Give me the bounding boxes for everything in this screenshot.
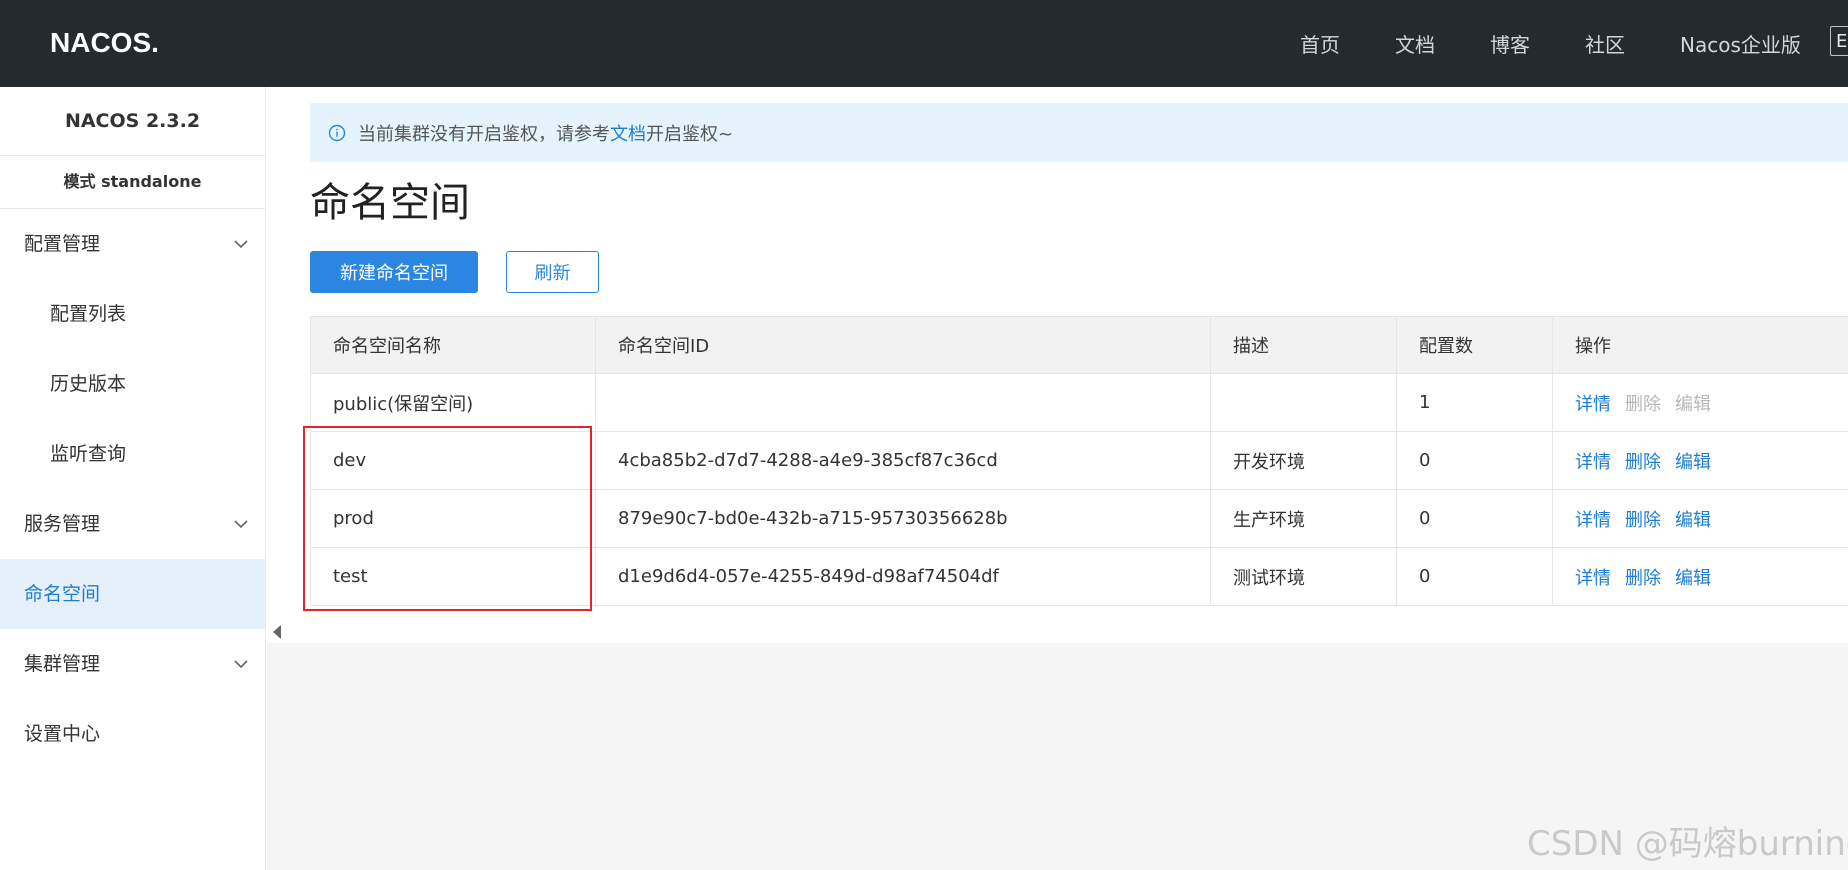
table-row: prod 879e90c7-bd0e-432b-a715-95730356628b… <box>310 489 1848 548</box>
nav-item-0[interactable]: 首页 <box>1300 29 1340 58</box>
cell-name: public(保留空间) <box>310 373 596 432</box>
sidebar-item-label: 监听查询 <box>50 443 127 465</box>
cell-name: test <box>310 547 596 606</box>
cell-count: 0 <box>1396 547 1553 606</box>
delete-link[interactable]: 删除 <box>1625 452 1661 473</box>
cell-desc: 生产环境 <box>1210 489 1397 548</box>
nav-item-1[interactable]: 文档 <box>1395 29 1435 58</box>
delete-link[interactable]: 删除 <box>1625 510 1661 531</box>
cell-id: 879e90c7-bd0e-432b-a715-95730356628b <box>595 489 1211 548</box>
cell-id <box>595 373 1211 432</box>
cell-id: 4cba85b2-d7d7-4288-a4e9-385cf87c36cd <box>595 431 1211 490</box>
sidebar-item-0[interactable]: 配置管理 <box>0 209 265 279</box>
sidebar-item-label: 集群管理 <box>24 653 101 675</box>
sidebar-item-label: 配置列表 <box>50 303 127 325</box>
namespace-table: 命名空间名称 命名空间ID 描述 配置数 操作 public(保留空间) 1 详情 删除 编辑 d… <box>310 316 1848 606</box>
cell-actions: 详情 删除 编辑 <box>1552 373 1848 432</box>
sidebar-item-6[interactable]: 集群管理 <box>0 629 265 699</box>
detail-link[interactable]: 详情 <box>1575 452 1611 473</box>
create-namespace-button[interactable]: 新建命名空间 <box>310 251 478 293</box>
top-navbar: NACOS. 首页 文档 博客 社区 Nacos企业版 E <box>0 0 1848 87</box>
sidebar-item-4[interactable]: 服务管理 <box>0 489 265 559</box>
sidebar-item-7[interactable]: 设置中心 <box>0 699 265 769</box>
sidebar-version: NACOS 2.3.2 <box>0 87 265 156</box>
nacos-logo[interactable]: NACOS. <box>50 24 180 58</box>
sidebar-item-label: 服务管理 <box>24 513 101 535</box>
delete-link: 删除 <box>1625 393 1661 415</box>
detail-link[interactable]: 详情 <box>1575 394 1611 415</box>
delete-link[interactable]: 删除 <box>1625 568 1661 589</box>
table-row: test d1e9d6d4-057e-4255-849d-d98af74504df… <box>310 547 1848 606</box>
cell-desc <box>1210 373 1397 432</box>
detail-link[interactable]: 详情 <box>1575 510 1611 531</box>
cell-count: 0 <box>1396 489 1553 548</box>
auth-notice: 当前集群没有开启鉴权，请参考 文档 开启鉴权~ <box>310 103 1848 162</box>
sidebar-item-5[interactable]: 命名空间 <box>0 559 265 629</box>
refresh-button[interactable]: 刷新 <box>506 251 599 293</box>
notice-doc-link[interactable]: 文档 <box>610 120 646 146</box>
cell-name: dev <box>310 431 596 490</box>
cell-actions: 详情 删除 编辑 <box>1552 547 1848 606</box>
language-switch-button[interactable]: E <box>1830 26 1848 56</box>
sidebar-item-label: 设置中心 <box>24 723 101 745</box>
notice-text-after: 开启鉴权~ <box>646 123 734 145</box>
cell-actions: 详情 删除 编辑 <box>1552 489 1848 548</box>
cell-name: prod <box>310 489 596 548</box>
sidebar-item-label: 历史版本 <box>50 373 127 395</box>
table-row: dev 4cba85b2-d7d7-4288-a4e9-385cf87c36cd 开… <box>310 431 1848 490</box>
sidebar-mode: 模式 standalone <box>0 156 265 209</box>
top-nav: 首页 文档 博客 社区 Nacos企业版 <box>1300 0 1848 87</box>
nav-item-2[interactable]: 博客 <box>1490 29 1530 58</box>
sidebar-item-2[interactable]: 历史版本 <box>0 349 265 419</box>
cell-actions: 详情 删除 编辑 <box>1552 431 1848 490</box>
cell-desc: 测试环境 <box>1210 547 1397 606</box>
cell-id: d1e9d6d4-057e-4255-849d-d98af74504df <box>595 547 1211 606</box>
sidebar-item-label: 配置管理 <box>24 233 101 255</box>
sidebar-item-label: 命名空间 <box>24 583 101 605</box>
nav-item-3[interactable]: 社区 <box>1585 29 1625 58</box>
watermark: CSDN @码熔burning <box>1527 824 1848 864</box>
chevron-down-icon <box>234 240 248 249</box>
edit-link[interactable]: 编辑 <box>1675 510 1711 531</box>
sidebar: NACOS 2.3.2 模式 standalone 配置管理配置列表历史版本监听… <box>0 87 266 870</box>
column-header: 命名空间ID <box>595 316 1211 374</box>
column-header: 命名空间名称 <box>310 316 596 374</box>
column-header: 操作 <box>1552 316 1848 374</box>
notice-text-before: 当前集群没有开启鉴权，请参考 <box>358 123 610 145</box>
svg-text:NACOS.: NACOS. <box>50 27 159 58</box>
table-header-row: 命名空间名称 命名空间ID 描述 配置数 操作 <box>310 316 1848 374</box>
edit-link: 编辑 <box>1675 393 1711 415</box>
column-header: 描述 <box>1210 316 1397 374</box>
chevron-down-icon <box>234 660 248 669</box>
chevron-down-icon <box>234 520 248 529</box>
table-row: public(保留空间) 1 详情 删除 编辑 <box>310 373 1848 432</box>
page-title: 命名空间 <box>310 180 470 226</box>
edit-link[interactable]: 编辑 <box>1675 452 1711 473</box>
sidebar-item-1[interactable]: 配置列表 <box>0 279 265 349</box>
cell-desc: 开发环境 <box>1210 431 1397 490</box>
sidebar-item-3[interactable]: 监听查询 <box>0 419 265 489</box>
info-icon <box>328 124 346 141</box>
sidebar-collapse-handle[interactable] <box>273 625 281 639</box>
detail-link[interactable]: 详情 <box>1575 568 1611 589</box>
edit-link[interactable]: 编辑 <box>1675 568 1711 589</box>
sidebar-menu: 配置管理配置列表历史版本监听查询服务管理命名空间集群管理设置中心 <box>0 209 265 769</box>
cell-count: 0 <box>1396 431 1553 490</box>
nav-item-4[interactable]: Nacos企业版 <box>1680 29 1801 58</box>
column-header: 配置数 <box>1396 316 1553 374</box>
cell-count: 1 <box>1396 373 1553 432</box>
